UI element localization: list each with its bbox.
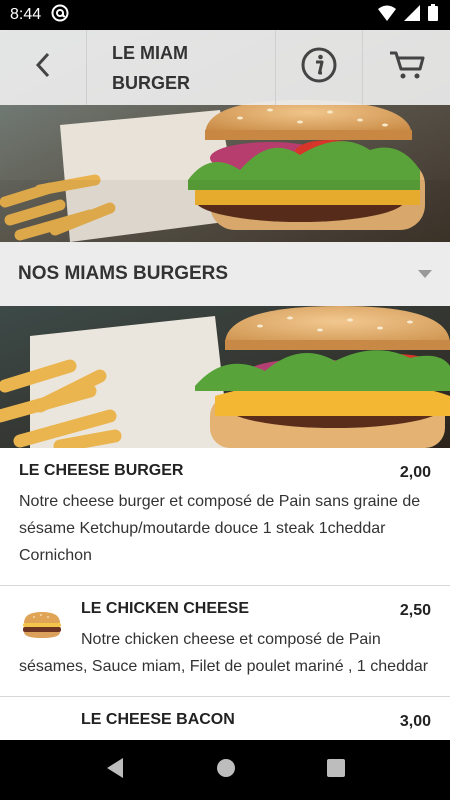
item-name: LE CHEESE BACON	[81, 711, 235, 728]
burger-thumbnail	[21, 610, 63, 640]
item-name: LE CHICKEN CHEESE	[81, 600, 250, 617]
wifi-icon	[378, 5, 396, 26]
status-time: 8:44	[10, 6, 42, 23]
info-icon	[301, 47, 337, 88]
menu-item-list: LE CHEESE BURGER 2,00 Notre cheese burge…	[0, 448, 450, 740]
menu-item[interactable]: LE CHICKEN CHEESE 2,50 Notre chicken che…	[0, 586, 450, 697]
menu-item[interactable]: LE CHEESE BURGER 2,00 Notre cheese burge…	[0, 448, 450, 586]
caret-down-icon	[418, 265, 432, 283]
home-circle-icon[interactable]	[216, 758, 236, 783]
cart-button[interactable]	[363, 30, 450, 105]
system-nav-bar	[0, 740, 450, 800]
page-title: LE MIAM BURGER	[112, 42, 191, 93]
item-description: Notre cheese burger et composé de Pain s…	[19, 493, 421, 564]
at-sign-icon	[51, 4, 69, 27]
category-banner-photo	[0, 306, 450, 448]
status-bar: 8:44	[0, 0, 450, 30]
menu-item[interactable]: LE CHEESE BACON 3,00	[0, 697, 450, 740]
info-button[interactable]	[276, 30, 363, 105]
item-price: 2,00	[399, 464, 431, 481]
item-description: Notre chicken cheese et composé de Pain …	[19, 631, 429, 675]
back-button[interactable]	[0, 30, 87, 105]
chevron-left-icon	[33, 51, 53, 84]
item-name: LE CHEESE BURGER	[19, 462, 184, 479]
cellular-signal-icon	[404, 4, 420, 26]
back-triangle-icon[interactable]	[105, 757, 125, 784]
cart-icon	[388, 49, 426, 86]
toolbar: LE MIAM BURGER	[0, 30, 450, 105]
category-dropdown[interactable]: NOS MIAMS BURGERS	[0, 242, 450, 306]
item-price: 2,50	[399, 602, 431, 619]
header-area: LE MIAM BURGER	[0, 30, 450, 242]
item-price: 3,00	[399, 713, 431, 730]
category-title: NOS MIAMS BURGERS	[18, 263, 229, 284]
battery-icon	[428, 4, 438, 26]
recents-square-icon[interactable]	[326, 758, 345, 782]
toolbar-title-cell: LE MIAM BURGER	[87, 30, 276, 105]
